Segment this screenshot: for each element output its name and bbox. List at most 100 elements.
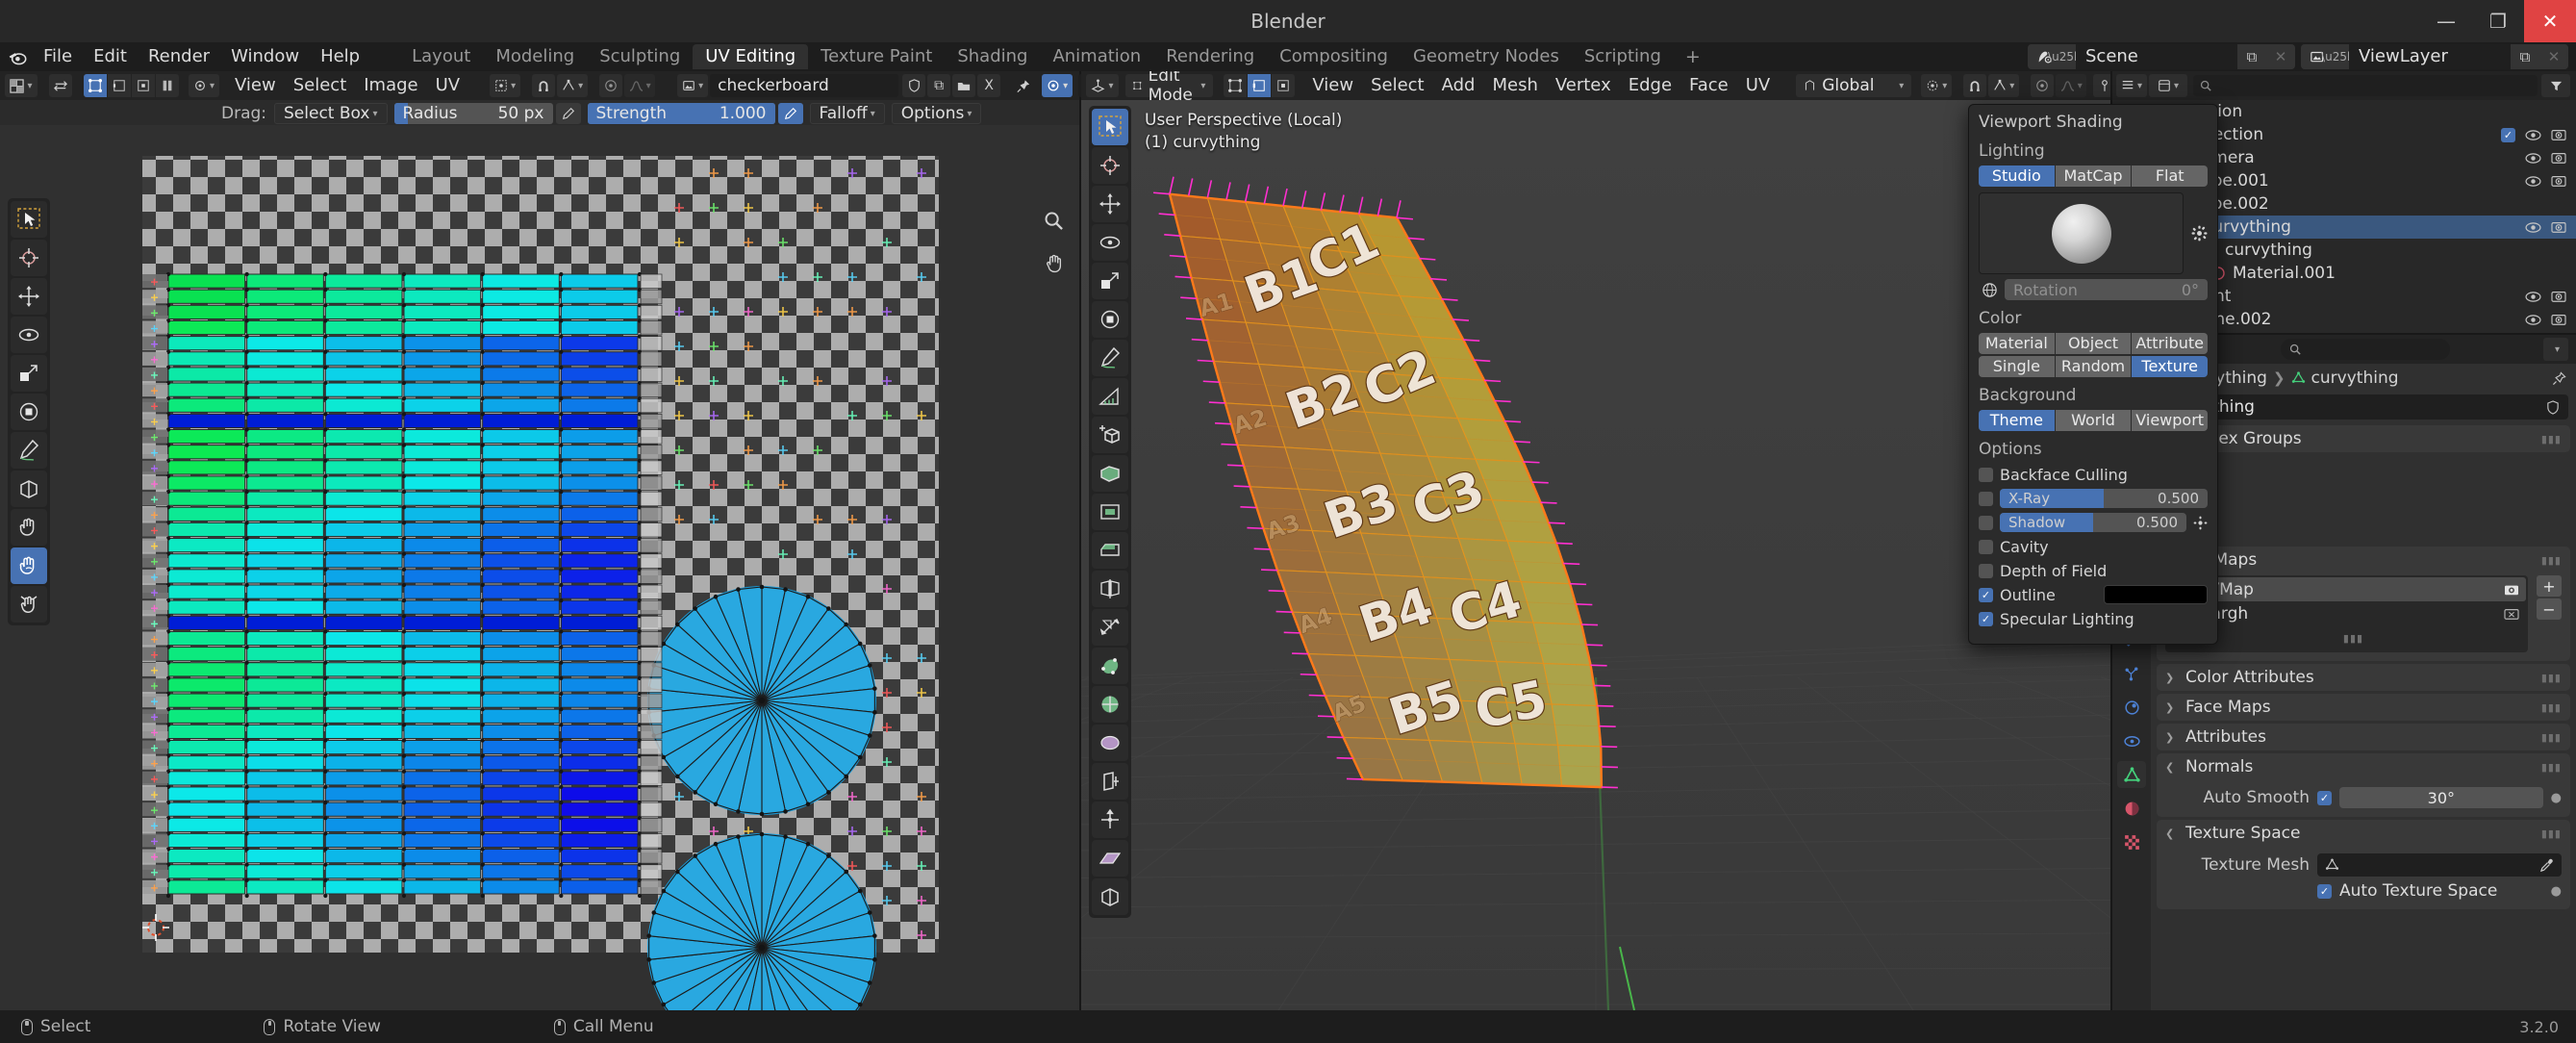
workspace-tab-rendering[interactable]: Rendering — [1153, 44, 1267, 69]
tweak-tool[interactable] — [1092, 109, 1128, 145]
rip-region-tool[interactable] — [11, 471, 47, 507]
menu-file[interactable]: File — [33, 42, 83, 71]
eyedropper-icon[interactable] — [2539, 858, 2554, 873]
panel-drag-dots[interactable]: ▮▮▮ — [2541, 701, 2562, 714]
panel-attributes-header[interactable]: ❯ Attributes ▮▮▮ — [2157, 724, 2570, 750]
outliner-filter-icon[interactable] — [2541, 74, 2570, 97]
particles-tab[interactable] — [2117, 660, 2146, 687]
uv-list-grip-dots[interactable]: ▮▮▮ — [2343, 632, 2363, 645]
new-image-button[interactable]: ⧉ — [927, 74, 951, 97]
uv-edge-select-icon[interactable] — [108, 74, 131, 97]
physics-tab[interactable] — [2117, 694, 2146, 721]
transform-orientation-dropdown[interactable]: Global ▾ — [1796, 74, 1912, 97]
drag-mode-dropdown[interactable]: Select Box ▾ — [274, 103, 388, 124]
vp-snap-target-icon[interactable]: ▾ — [1988, 74, 2020, 97]
auto-smooth-angle-field[interactable]: 30° — [2339, 787, 2543, 808]
uv-island-select-icon[interactable] — [156, 74, 179, 97]
rotation-slider[interactable]: Rotation 0° — [2005, 279, 2208, 300]
close-button[interactable]: ✕ — [2524, 0, 2576, 42]
vp-pivot-point-icon[interactable]: ▾ — [1921, 74, 1953, 97]
auto-smooth-checkbox[interactable]: ✓ — [2317, 790, 2332, 805]
workspace-tab-shading[interactable]: Shading — [945, 44, 1040, 69]
uv-snap-magnet-icon[interactable] — [532, 74, 556, 97]
smooth-tool[interactable] — [1092, 725, 1128, 761]
workspace-tab-compositing[interactable]: Compositing — [1267, 44, 1401, 69]
rip-region-tool[interactable] — [1092, 878, 1128, 915]
add-cube-tool[interactable] — [1092, 417, 1128, 453]
outliner-search-input[interactable] — [2193, 75, 2538, 96]
new-scene-button[interactable]: ⧉ — [2237, 44, 2266, 69]
vp-menu-view[interactable]: View — [1303, 73, 1362, 98]
edge-slide-tool[interactable] — [1092, 763, 1128, 800]
color-option-texture[interactable]: Texture — [2132, 356, 2208, 377]
hide-in-viewport-eye-icon[interactable] — [2525, 221, 2541, 234]
color-option-object[interactable]: Object — [2055, 333, 2133, 354]
color-option-material[interactable]: Material — [1979, 333, 2056, 354]
shrink-fatten-tool[interactable] — [1092, 801, 1128, 838]
panel-drag-dots[interactable]: ▮▮▮ — [2541, 672, 2562, 684]
scene-selector[interactable]: \u25be Scene ⧉ ✕ — [2028, 44, 2295, 69]
color-option-single[interactable]: Single — [1979, 356, 2056, 377]
falloff-dropdown[interactable]: Falloff ▾ — [809, 103, 885, 124]
blender-logo-icon[interactable] — [0, 42, 33, 71]
mesh-datablock-name-field[interactable]: curvything — [2159, 394, 2568, 420]
cursor-tool[interactable] — [11, 240, 47, 276]
panel-color-attributes-header[interactable]: ❯ Color Attributes ▮▮▮ — [2157, 664, 2570, 691]
vp-snap-magnet-icon[interactable] — [1963, 74, 1987, 97]
transform-tool[interactable] — [1092, 301, 1128, 338]
color-option-attribute[interactable]: Attribute — [2132, 333, 2208, 354]
minimize-button[interactable]: — — [2420, 0, 2472, 42]
uv-menu-image[interactable]: Image — [355, 73, 426, 98]
studio-light-settings-gear-icon[interactable] — [2191, 225, 2208, 242]
panel-color-attributes[interactable]: ❯ Color Attributes ▮▮▮ — [2157, 664, 2570, 691]
workspace-tab-layout[interactable]: Layout — [399, 44, 483, 69]
background-option-viewport[interactable]: Viewport — [2132, 410, 2208, 431]
vp-menu-mesh[interactable]: Mesh — [1483, 73, 1546, 98]
tweak-select-box-tool[interactable] — [11, 201, 47, 238]
uv-pivot-point-icon[interactable]: ▾ — [490, 74, 521, 97]
transform-tool[interactable] — [11, 394, 47, 430]
disable-in-render-camera-icon[interactable] — [2551, 290, 2566, 303]
uv-menu-select[interactable]: Select — [285, 73, 356, 98]
mesh-edit-options-icon[interactable]: ▾ — [2093, 74, 2110, 97]
shadow-settings-gear-icon[interactable] — [2193, 516, 2208, 530]
uv-map-row-blargh[interactable]: blargh — [2167, 601, 2526, 625]
annotate-tool[interactable] — [1092, 340, 1128, 376]
vp-menu-add[interactable]: Add — [1433, 73, 1484, 98]
move-tool[interactable] — [1092, 186, 1128, 222]
add-uv-map-button[interactable]: + — [2537, 575, 2562, 597]
animate-dot-icon[interactable]: ● — [2551, 791, 2562, 805]
vp-menu-vertex[interactable]: Vertex — [1547, 73, 1620, 98]
workspace-tab-modeling[interactable]: Modeling — [483, 44, 587, 69]
vp-proportional-editing-icon[interactable] — [2031, 74, 2055, 97]
outline-color-swatch[interactable] — [2104, 585, 2208, 604]
remove-viewlayer-button[interactable]: ✕ — [2539, 44, 2568, 69]
panel-drag-dots[interactable]: ▮▮▮ — [2541, 761, 2562, 774]
scale-tool[interactable] — [11, 355, 47, 392]
new-viewlayer-button[interactable]: ⧉ — [2511, 44, 2539, 69]
menu-render[interactable]: Render — [138, 42, 220, 71]
poly-build-tool[interactable] — [1092, 648, 1128, 684]
cursor-tool[interactable] — [1092, 147, 1128, 184]
breadcrumb-mesh[interactable]: curvything — [2311, 369, 2399, 388]
checkbox-depth-of-field[interactable] — [1979, 563, 1993, 578]
workspace-tab-texture-paint[interactable]: Texture Paint — [808, 44, 945, 69]
hide-in-viewport-eye-icon[interactable] — [2525, 129, 2541, 141]
panel-drag-dots[interactable]: ▮▮▮ — [2541, 433, 2562, 445]
menu-edit[interactable]: Edit — [83, 42, 138, 71]
radius-slider[interactable]: Radius 50 px — [393, 103, 553, 124]
viewlayer-name[interactable]: ViewLayer — [2349, 44, 2511, 69]
measure-tool[interactable] — [1092, 378, 1128, 415]
panel-face-maps[interactable]: ❯ Face Maps ▮▮▮ — [2157, 694, 2570, 721]
strength-pressure-icon[interactable] — [777, 103, 803, 124]
vp-proportional-falloff-icon[interactable]: ▾ — [2056, 74, 2087, 97]
checkbox-specular-lighting[interactable]: ✓ — [1979, 611, 1993, 626]
radius-pressure-icon[interactable] — [555, 103, 581, 124]
workspace-tab-geometry-nodes[interactable]: Geometry Nodes — [1401, 44, 1572, 69]
interaction-mode-dropdown[interactable]: Edit Mode ▾ — [1125, 71, 1214, 105]
workspace-tab-sculpting[interactable]: Sculpting — [587, 44, 693, 69]
options-dropdown[interactable]: Options ▾ — [891, 103, 982, 124]
uv-snap-target-icon[interactable]: ▾ — [557, 74, 589, 97]
background-option-world[interactable]: World — [2055, 410, 2133, 431]
vertex-select-icon[interactable] — [1224, 74, 1248, 97]
